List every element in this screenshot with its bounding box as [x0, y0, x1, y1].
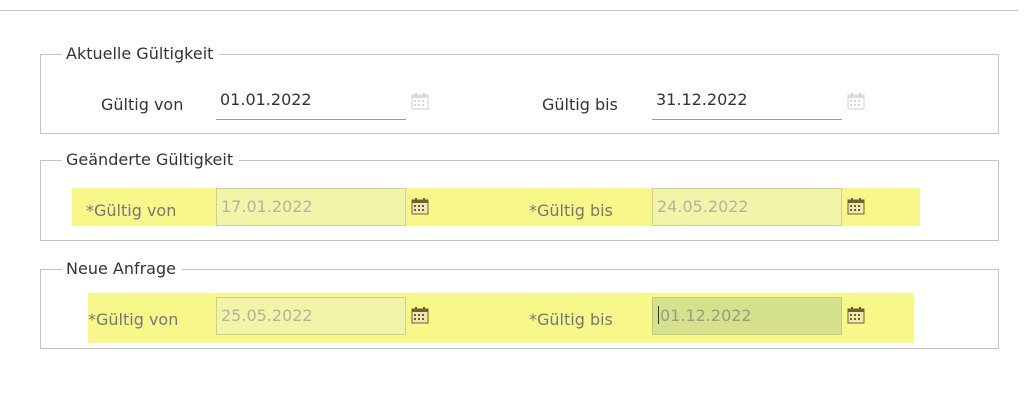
gueltig-von-field[interactable]: 17.01.2022: [216, 188, 406, 226]
gueltig-bis-value: 01.12.2022: [660, 306, 752, 325]
calendar-icon[interactable]: [411, 306, 429, 324]
gueltig-bis-field-focused[interactable]: 01.12.2022: [652, 297, 842, 335]
top-divider: [0, 10, 1018, 11]
label-gueltig-von-required: *Gültig von: [86, 201, 177, 220]
calendar-icon[interactable]: [847, 92, 865, 110]
label-gueltig-bis-required: *Gültig bis: [529, 201, 613, 220]
label-gueltig-bis: Gültig bis: [542, 95, 618, 114]
calendar-icon[interactable]: [847, 197, 865, 215]
gueltig-bis-field[interactable]: 31.12.2022: [652, 82, 842, 120]
gueltig-bis-field[interactable]: 24.05.2022: [652, 188, 842, 226]
group-legend: Neue Anfrage: [62, 259, 182, 279]
group-legend: Aktuelle Gültigkeit: [62, 44, 220, 64]
calendar-icon[interactable]: [411, 197, 429, 215]
gueltig-von-field[interactable]: 01.01.2022: [216, 82, 406, 120]
gueltig-von-field[interactable]: 25.05.2022: [216, 297, 406, 335]
calendar-icon[interactable]: [411, 92, 429, 110]
group-legend: Geänderte Gültigkeit: [62, 150, 240, 170]
label-gueltig-von-required: *Gültig von: [88, 310, 179, 329]
label-gueltig-bis-required: *Gültig bis: [529, 310, 613, 329]
label-gueltig-von: Gültig von: [101, 95, 184, 114]
text-caret: [658, 306, 659, 324]
calendar-icon[interactable]: [847, 306, 865, 324]
